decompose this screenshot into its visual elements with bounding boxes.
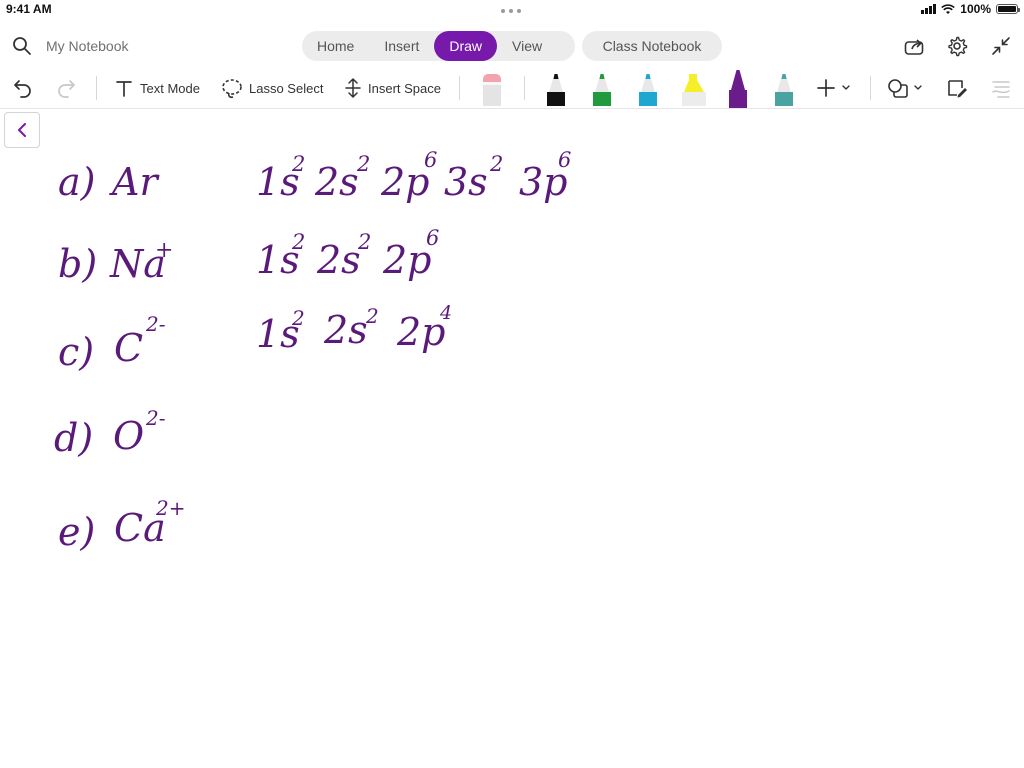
tab-view[interactable]: View — [497, 31, 557, 61]
config-b-1s-exp: 2 — [291, 230, 305, 254]
collapse-arrows-icon[interactable] — [990, 35, 1012, 57]
teal-pen-icon[interactable] — [772, 70, 796, 106]
toolbar-divider — [524, 76, 525, 100]
tab-draw[interactable]: Draw — [434, 31, 498, 61]
config-c-2s-exp: 2 — [365, 304, 379, 328]
share-icon[interactable] — [903, 35, 925, 57]
label-b: b) — [58, 242, 97, 286]
ink-to-shape-icon[interactable] — [946, 77, 968, 99]
redo-icon[interactable] — [55, 77, 77, 99]
config-a-3s-exp: 2 — [489, 152, 503, 176]
cellular-signal-icon — [921, 4, 937, 14]
status-time: 9:41 AM — [6, 2, 52, 16]
eraser-icon[interactable] — [480, 70, 504, 106]
config-a-2p: 2p — [380, 160, 430, 204]
note-canvas[interactable]: a) Ar 1s 2 2s 2 2p 6 3s 2 3p 6 b) Na + 1… — [0, 109, 1024, 768]
config-a-2s-exp: 2 — [356, 152, 370, 176]
config-b-2p-exp: 6 — [426, 226, 439, 250]
yellow-highlighter-icon[interactable] — [680, 70, 708, 106]
config-b-2s: 2s — [316, 238, 361, 282]
config-c-2p-exp: 4 — [439, 302, 452, 324]
text-mode-button[interactable]: Text Mode — [114, 68, 200, 108]
tab-insert[interactable]: Insert — [369, 31, 434, 61]
notebook-name[interactable]: My Notebook — [46, 38, 128, 54]
config-a-2p-exp: 6 — [424, 148, 437, 172]
text-mode-label: Text Mode — [140, 80, 200, 96]
battery-icon — [996, 4, 1020, 14]
config-b-2p: 2p — [382, 238, 432, 282]
toolbar-divider — [870, 76, 871, 100]
species-a: Ar — [109, 160, 160, 204]
black-pen-icon[interactable] — [544, 70, 568, 106]
insert-space-icon — [345, 78, 361, 98]
charge-b: + — [155, 238, 173, 263]
purple-pen-icon[interactable] — [726, 68, 750, 108]
status-right: 100% — [921, 2, 1020, 16]
charge-d: 2- — [145, 406, 166, 430]
status-bar: 9:41 AM 100% — [0, 0, 1024, 20]
multitasking-dots-icon[interactable] — [501, 9, 521, 13]
search-icon[interactable] — [12, 36, 32, 56]
label-d: d) — [54, 416, 93, 460]
ribbon-tabs: Home Insert Draw View — [302, 31, 575, 61]
species-d: O — [113, 414, 144, 458]
text-mode-icon — [116, 81, 132, 97]
toolbar-divider — [459, 76, 460, 100]
toolbar-divider — [96, 76, 97, 100]
draw-toolbar: Text Mode Lasso Select Insert Space — [0, 68, 1024, 109]
tab-home[interactable]: Home — [302, 31, 369, 61]
undo-icon[interactable] — [12, 77, 34, 99]
lasso-select-button[interactable]: Lasso Select — [221, 68, 323, 108]
cyan-pen-icon[interactable] — [636, 70, 660, 106]
config-b-2s-exp: 2 — [357, 230, 371, 254]
config-a-3p-exp: 6 — [558, 148, 571, 172]
insert-space-label: Insert Space — [368, 80, 441, 96]
handwritten-ink: a) Ar 1s 2 2s 2 2p 6 3s 2 3p 6 b) Na + 1… — [54, 148, 571, 554]
shapes-icon[interactable] — [886, 77, 926, 99]
charge-e: 2+ — [155, 496, 185, 520]
config-a-1s-exp: 2 — [291, 152, 305, 176]
lasso-select-label: Lasso Select — [249, 80, 324, 96]
green-pen-icon[interactable] — [590, 70, 614, 106]
config-c-2p: 2p — [396, 310, 446, 354]
class-notebook-button[interactable]: Class Notebook — [582, 31, 722, 61]
lasso-icon — [222, 79, 242, 99]
label-e: e) — [58, 510, 95, 554]
battery-percent: 100% — [960, 2, 991, 16]
config-a-3s: 3s — [444, 160, 488, 204]
config-a-2s: 2s — [314, 160, 359, 204]
add-pen-icon[interactable] — [815, 77, 853, 99]
charge-c: 2- — [145, 312, 166, 336]
insert-space-button[interactable]: Insert Space — [344, 68, 441, 108]
label-a: a) — [58, 160, 95, 204]
config-c-2s: 2s — [323, 308, 368, 352]
wifi-icon — [941, 3, 956, 14]
label-c: c) — [58, 330, 94, 374]
settings-gear-icon[interactable] — [946, 35, 968, 57]
species-c: C — [114, 326, 143, 370]
top-bar: My Notebook Home Insert Draw View Class … — [0, 28, 1024, 64]
ink-to-text-icon[interactable] — [990, 77, 1012, 99]
config-c-1s-exp: 2 — [291, 306, 305, 330]
